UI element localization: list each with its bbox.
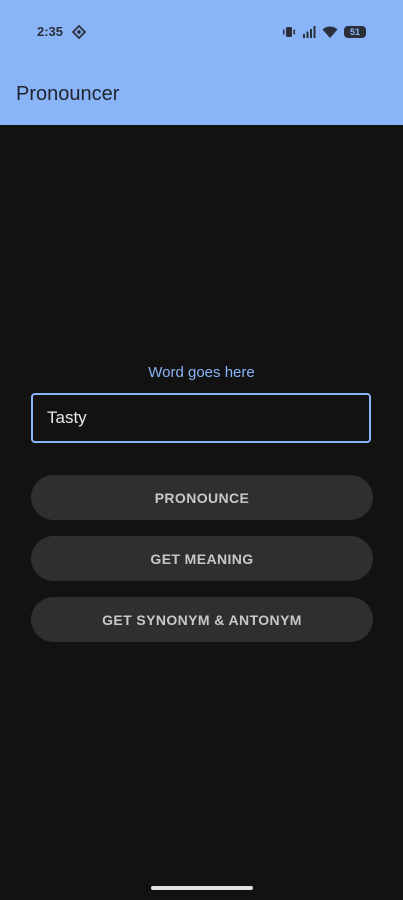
pronounce-button[interactable]: PRONOUNCE [31,475,373,520]
status-icons: 51 [282,24,366,40]
get-synonym-antonym-button[interactable]: GET SYNONYM & ANTONYM [31,597,373,642]
wifi-icon [322,26,338,38]
get-meaning-button[interactable]: GET MEANING [31,536,373,581]
status-time: 2:35 [37,24,64,39]
vibrate-icon [283,27,295,37]
status-bar: 2:35 51 [0,0,403,64]
signal-icon [303,26,316,38]
battery-icon: 51 [344,26,366,38]
home-indicator[interactable] [151,886,253,890]
word-field-label: Word goes here [148,364,255,381]
app-bar: 2:35 51 Pronouncer [0,0,403,125]
diamond-icon [72,25,86,39]
word-input[interactable] [31,393,371,443]
app-title: Pronouncer [16,83,120,105]
